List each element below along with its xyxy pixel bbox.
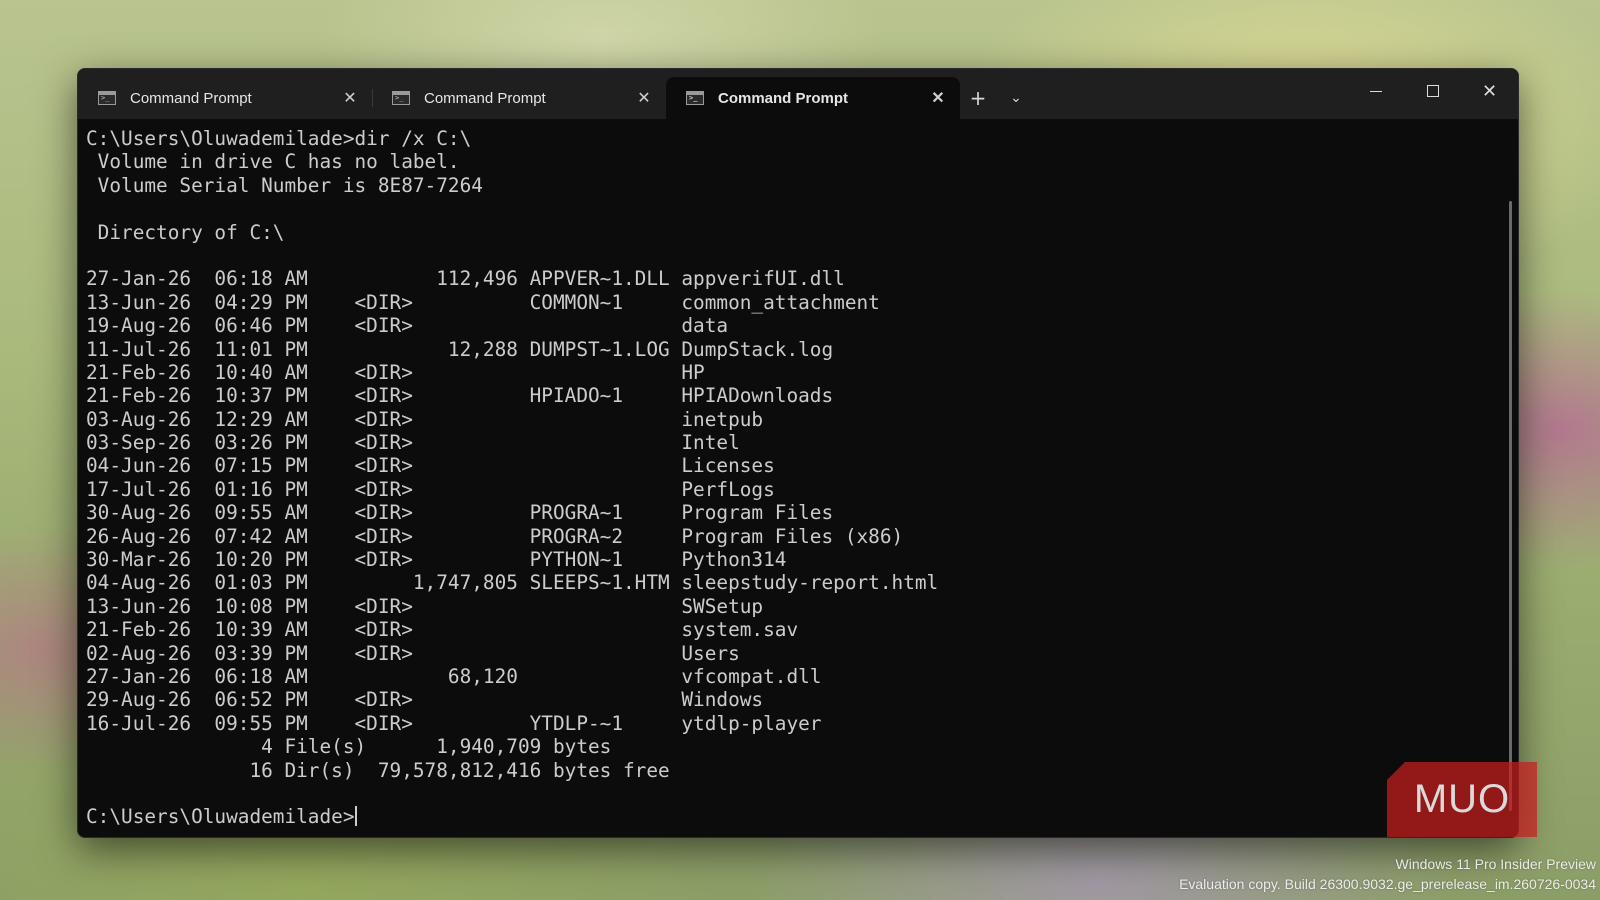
tab-label: Command Prompt [130, 89, 252, 107]
terminal-line: 16-Jul-26 09:55 PM <DIR> YTDLP-~1 ytdlp-… [86, 711, 822, 735]
command-prompt-line[interactable]: C:\Users\Oluwademilade> [86, 805, 1510, 828]
terminal-line: 29-Aug-26 06:52 PM <DIR> Windows [86, 688, 764, 712]
terminal-line: Directory of C:\ [86, 220, 285, 244]
text-cursor [354, 806, 357, 827]
title-bar: Command Prompt ✕ Command Prompt ✕ Comman… [78, 69, 1518, 119]
terminal-line: 04-Jun-26 07:15 PM <DIR> Licenses [86, 454, 775, 478]
scrollbar[interactable] [1509, 201, 1512, 811]
minimize-icon [1369, 90, 1382, 92]
new-tab-button[interactable]: + [960, 77, 996, 119]
tab-dropdown-button[interactable]: ⌄ [996, 77, 1036, 119]
terminal-line: 04-Aug-26 01:03 PM 1,747,805 SLEEPS~1.HT… [86, 571, 939, 595]
watermark-line-edition: Windows 11 Pro Insider Preview [1395, 856, 1596, 872]
terminal-line: 30-Mar-26 10:20 PM <DIR> PYTHON~1 Python… [86, 548, 787, 572]
tab-close-icon[interactable]: ✕ [340, 88, 360, 108]
terminal-icon [686, 91, 704, 105]
maximize-icon [1426, 85, 1439, 97]
window-controls: ✕ [1347, 69, 1518, 113]
muo-logo: MUO [1387, 762, 1537, 837]
terminal-line: 21-Feb-26 10:39 AM <DIR> system.sav [86, 618, 799, 642]
terminal-line: 16 Dir(s) 79,578,812,416 bytes free [86, 758, 670, 782]
maximize-button[interactable] [1404, 69, 1461, 113]
terminal-line: Volume Serial Number is 8E87-7264 [86, 173, 483, 197]
terminal-line: 17-Jul-26 01:16 PM <DIR> PerfLogs [86, 477, 775, 501]
terminal-line: 27-Jan-26 06:18 AM 112,496 APPVER~1.DLL … [86, 267, 845, 291]
terminal-line: 21-Feb-26 10:37 PM <DIR> HPIADO~1 HPIADo… [86, 384, 834, 408]
prompt-text: C:\Users\Oluwademilade> [86, 805, 355, 829]
terminal-line: 02-Aug-26 03:39 PM <DIR> Users [86, 641, 740, 665]
tab-command-prompt-3[interactable]: Command Prompt ✕ [666, 77, 960, 119]
tab-label: Command Prompt [718, 89, 849, 107]
terminal-line: 11-Jul-26 11:01 PM 12,288 DUMPST~1.LOG D… [86, 337, 834, 361]
terminal-line: Volume in drive C has no label. [86, 150, 460, 174]
terminal-line: 13-Jun-26 04:29 PM <DIR> COMMON~1 common… [86, 290, 880, 314]
tab-command-prompt-2[interactable]: Command Prompt ✕ [372, 77, 666, 119]
terminal-line: 19-Aug-26 06:46 PM <DIR> data [86, 314, 729, 338]
terminal-line: 13-Jun-26 10:08 PM <DIR> SWSetup [86, 594, 764, 618]
minimize-button[interactable] [1347, 69, 1404, 113]
tab-label: Command Prompt [424, 89, 546, 107]
tab-command-prompt-1[interactable]: Command Prompt ✕ [78, 77, 372, 119]
terminal-line: 21-Feb-26 10:40 AM <DIR> HP [86, 360, 705, 384]
terminal-icon [392, 91, 410, 105]
terminal-icon [98, 91, 116, 105]
terminal-line: 03-Aug-26 12:29 AM <DIR> inetpub [86, 407, 764, 431]
terminal-line: 26-Aug-26 07:42 AM <DIR> PROGRA~2 Progra… [86, 524, 904, 548]
tab-close-icon[interactable]: ✕ [634, 88, 654, 108]
terminal-line: C:\Users\Oluwademilade>dir /x C:\ [86, 127, 472, 150]
terminal-window: Command Prompt ✕ Command Prompt ✕ Comman… [77, 68, 1519, 838]
tab-close-icon[interactable]: ✕ [928, 88, 948, 108]
close-window-button[interactable]: ✕ [1461, 69, 1518, 113]
terminal-line: 4 File(s) 1,940,709 bytes [86, 735, 612, 759]
close-icon: ✕ [1481, 80, 1498, 102]
terminal-line: 30-Aug-26 09:55 AM <DIR> PROGRA~1 Progra… [86, 501, 834, 525]
terminal-line: 27-Jan-26 06:18 AM 68,120 vfcompat.dll [86, 664, 822, 688]
terminal-line: 03-Sep-26 03:26 PM <DIR> Intel [86, 431, 740, 455]
windows-evaluation-watermark: Windows 11 Pro Insider Preview Evaluatio… [1179, 854, 1596, 894]
terminal-output[interactable]: C:\Users\Oluwademilade>dir /x C:\ Volume… [78, 119, 1518, 837]
watermark-line-build: Evaluation copy. Build 26300.9032.ge_pre… [1179, 876, 1596, 892]
